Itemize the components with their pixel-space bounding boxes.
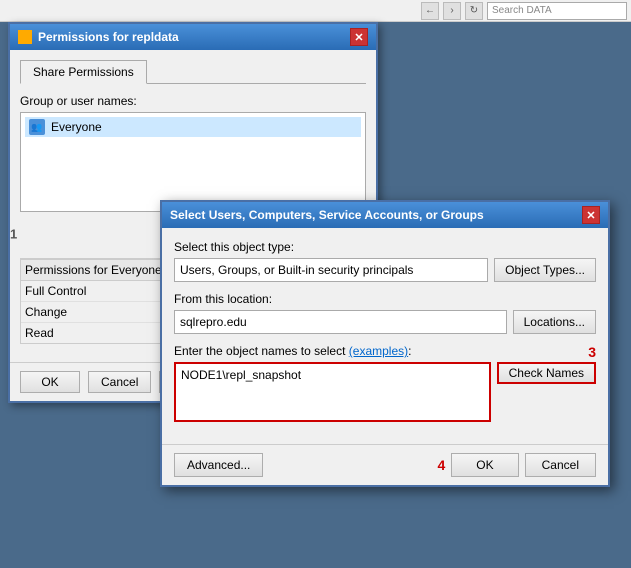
permissions-ok-btn[interactable]: OK — [20, 371, 80, 393]
select-dialog-title: Select Users, Computers, Service Account… — [170, 208, 484, 222]
back-btn[interactable]: ← — [421, 2, 439, 20]
object-names-label: Enter the object names to select (exampl… — [174, 344, 596, 358]
forward-btn[interactable]: › — [443, 2, 461, 20]
search-box[interactable]: Search DATA — [487, 2, 627, 20]
check-names-btn[interactable]: Check Names — [497, 362, 596, 384]
select-cancel-btn[interactable]: Cancel — [525, 453, 596, 477]
title-icon — [18, 30, 32, 44]
location-input-row: Locations... — [174, 310, 596, 334]
examples-link[interactable]: (examples) — [349, 344, 408, 358]
group-label: Group or user names: — [20, 94, 366, 108]
select-dialog-titlebar: Select Users, Computers, Service Account… — [162, 202, 608, 228]
object-type-label: Select this object type: — [174, 240, 596, 254]
share-permissions-tab[interactable]: Share Permissions — [20, 60, 147, 84]
object-names-textarea[interactable] — [176, 364, 489, 420]
object-names-row: Enter the object names to select (exampl… — [174, 344, 596, 422]
location-input[interactable] — [174, 310, 507, 334]
object-types-btn[interactable]: Object Types... — [494, 258, 596, 282]
step1-label: 1 — [10, 227, 17, 242]
user-item-everyone[interactable]: 👥 Everyone — [25, 117, 361, 137]
permissions-close-btn[interactable]: ✕ — [350, 28, 368, 46]
select-dialog-bottom: Advanced... 4 OK Cancel — [162, 444, 608, 485]
location-row: From this location: Locations... — [174, 292, 596, 334]
user-name: Everyone — [51, 120, 102, 134]
user-list: 👥 Everyone — [20, 112, 366, 212]
location-label: From this location: — [174, 292, 596, 306]
locations-btn[interactable]: Locations... — [513, 310, 596, 334]
object-type-row: Select this object type: Object Types... — [174, 240, 596, 282]
permissions-cancel-btn[interactable]: Cancel — [88, 371, 151, 393]
permissions-title: Permissions for repldata — [38, 30, 179, 44]
select-users-dialog: Select Users, Computers, Service Account… — [160, 200, 610, 487]
refresh-btn[interactable]: ↻ — [465, 2, 483, 20]
object-type-input-row: Object Types... — [174, 258, 596, 282]
object-names-label-text: Enter the object names to select — [174, 344, 345, 358]
step4-badge: 4 — [438, 457, 446, 473]
select-dialog-body: Select this object type: Object Types...… — [162, 228, 608, 444]
tab-bar: Share Permissions — [20, 60, 366, 84]
nav-controls: ← › ↻ Search DATA — [421, 2, 627, 20]
advanced-btn[interactable]: Advanced... — [174, 453, 263, 477]
object-names-border-box — [174, 362, 491, 422]
permissions-titlebar: Permissions for repldata ✕ — [10, 24, 376, 50]
object-names-area: Check Names — [174, 362, 596, 422]
select-ok-btn[interactable]: OK — [451, 453, 518, 477]
object-type-input[interactable] — [174, 258, 488, 282]
ok-cancel-area: 4 OK Cancel — [438, 453, 597, 477]
search-label: Search DATA — [488, 5, 626, 16]
step3-badge: 3 — [588, 344, 596, 360]
user-icon: 👥 — [29, 119, 45, 135]
select-dialog-close-btn[interactable]: ✕ — [582, 206, 600, 224]
top-bar: ← › ↻ Search DATA — [0, 0, 631, 22]
